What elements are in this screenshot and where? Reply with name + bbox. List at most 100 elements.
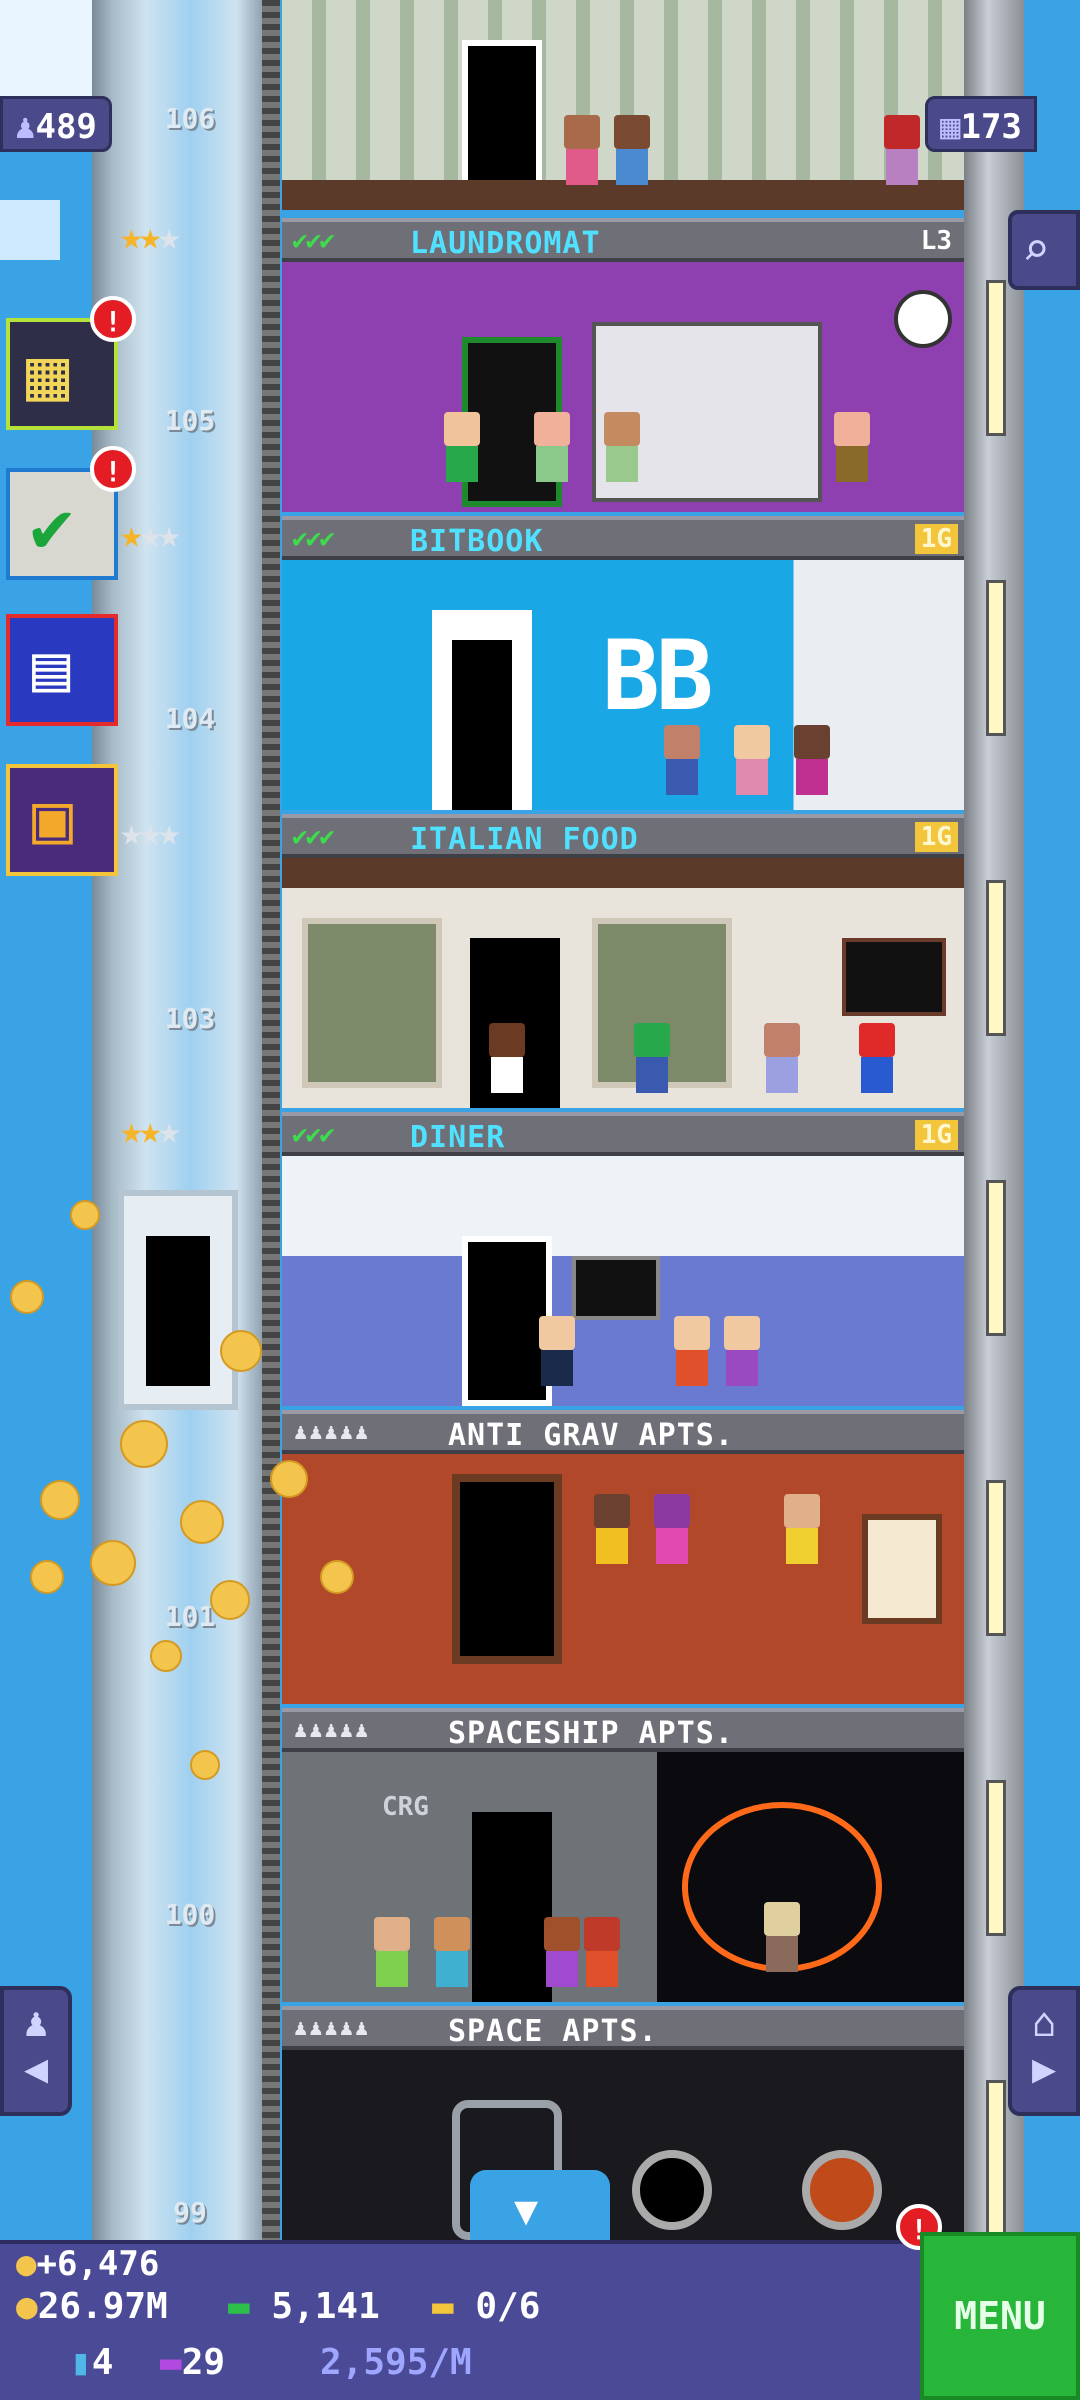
bitbook-room[interactable]: BB (282, 560, 964, 810)
crate-sign: CRG (382, 1792, 429, 1822)
resident[interactable] (762, 1023, 802, 1093)
income-rate: 2,595/M (320, 2342, 472, 2383)
scroll-down-button[interactable]: ▼ (470, 2170, 610, 2240)
floor-number: 105 (164, 404, 216, 437)
resident[interactable] (432, 1917, 472, 1987)
spaceship-apts-room[interactable]: CRG (282, 1752, 964, 2002)
calendar-icon: ▤ (32, 632, 71, 706)
resident[interactable] (582, 1917, 622, 1987)
resident[interactable] (537, 1316, 577, 1386)
bux-icon: ▬ (228, 2286, 250, 2327)
space-apts-room[interactable] (282, 2050, 964, 2240)
arrow-right-icon: ▶ (1031, 2046, 1057, 2092)
home-icon: ⌂ (1031, 2000, 1057, 2046)
coin-particle (190, 1750, 220, 1780)
coin-particle (30, 1560, 64, 1594)
coin-particle (90, 1540, 136, 1586)
ticket-counter[interactable]: ▬29 (160, 2342, 225, 2383)
notification-badge: ! (90, 296, 136, 342)
resident[interactable] (882, 115, 922, 185)
vip-ticket-icon: ▬ (432, 2286, 454, 2327)
gift-icon: ▣ (32, 780, 73, 859)
coin-particle (320, 1560, 354, 1594)
resident[interactable] (857, 1023, 897, 1093)
floor-number: 103 (164, 1002, 216, 1035)
floor-label-italian-food[interactable]: ✔✔✔ ITALIAN FOOD 1G (282, 814, 964, 858)
search-icon: ⌕ (1022, 222, 1050, 276)
resident[interactable] (732, 725, 772, 795)
resident[interactable] (442, 412, 482, 482)
person-icon: ♟ (15, 107, 36, 147)
notification-badge: ! (90, 446, 136, 492)
floor-label-laundromat[interactable]: ✔✔✔ LAUNDROMAT L3 (282, 218, 964, 262)
elevator-icon: ▮ (70, 2342, 92, 2383)
cloud (0, 200, 60, 260)
coin-icon: ● (16, 2286, 38, 2327)
building-icon: ▦ (940, 107, 961, 147)
floor-stars: ★★★ (120, 1108, 181, 1152)
floor-label-diner[interactable]: ✔✔✔ DINER 1G (282, 1112, 964, 1156)
floor-106-room[interactable] (282, 0, 964, 210)
elevator-car[interactable] (118, 1190, 238, 1410)
floor-label-anti-grav-apts[interactable]: ♟♟♟♟♟ ANTI GRAV APTS. (282, 1410, 964, 1454)
coin-gain: ●+6,476 (16, 2244, 160, 2284)
resident[interactable] (652, 1494, 692, 1564)
menu-button[interactable]: MENU (920, 2232, 1080, 2400)
resident[interactable] (592, 1494, 632, 1564)
vip-counter[interactable]: ▬ 0/6 (432, 2286, 540, 2327)
gift-button[interactable]: ▣ (6, 764, 118, 876)
floor-stars: ★★★ (120, 214, 181, 258)
floor-label-bitbook[interactable]: ✔✔✔ BITBOOK 1G (282, 516, 964, 560)
resident[interactable] (782, 1494, 822, 1564)
resident[interactable] (792, 725, 832, 795)
cloud (0, 0, 92, 110)
building-icon: ▦ (26, 332, 70, 416)
resident[interactable] (662, 725, 702, 795)
resident[interactable] (762, 1902, 802, 1972)
resident[interactable] (722, 1316, 762, 1386)
floor-number: 99 (173, 2196, 207, 2229)
bux-counter[interactable]: ▬ 5,141 (228, 2286, 380, 2327)
resident[interactable] (632, 1023, 672, 1093)
elevator-counter[interactable]: ▮4 (70, 2342, 113, 2383)
coin-particle (220, 1330, 262, 1372)
floor-number: 100 (164, 1898, 216, 1931)
checklist-icon: ✔ (30, 484, 74, 568)
calendar-button[interactable]: ▤ (6, 614, 118, 726)
coin-particle (40, 1480, 80, 1520)
home-right-button[interactable]: ⌂ ▶ (1008, 1986, 1080, 2116)
ticket-icon: ▬ (160, 2342, 182, 2383)
diner-room[interactable] (282, 1156, 964, 1406)
coins-counter[interactable]: ●26.97M (16, 2286, 168, 2327)
coin-particle (270, 1460, 308, 1498)
floor-label-spaceship-apts[interactable]: ♟♟♟♟♟ SPACESHIP APTS. (282, 1708, 964, 1752)
italian-food-room[interactable] (282, 858, 964, 1108)
person-icon: ♟ (23, 2000, 49, 2046)
coin-particle (150, 1640, 182, 1672)
resident[interactable] (832, 412, 872, 482)
coin-particle (180, 1500, 224, 1544)
population-counter[interactable]: ♟489 (0, 96, 112, 152)
anti-grav-apts-room[interactable] (282, 1454, 964, 1704)
resident[interactable] (372, 1917, 412, 1987)
bottom-hud: ●+6,476 ●26.97M ▬ 5,141 ▬ 0/6 ▮4 ▬29 2,5… (0, 2240, 920, 2400)
resident[interactable] (602, 412, 642, 482)
coin-particle (120, 1420, 168, 1468)
search-button[interactable]: ⌕ (1008, 210, 1080, 290)
floors-counter[interactable]: ▦173 (925, 96, 1037, 152)
tower-edge (964, 0, 1024, 2240)
resident[interactable] (532, 412, 572, 482)
elevator-rail (262, 0, 280, 2240)
floor-number: 106 (164, 102, 216, 135)
laundromat-room[interactable] (282, 262, 964, 512)
resident[interactable] (542, 1917, 582, 1987)
resident[interactable] (672, 1316, 712, 1386)
visitor-left-button[interactable]: ♟ ◀ (0, 1986, 72, 2116)
floor-label-space-apts[interactable]: ♟♟♟♟♟ SPACE APTS. (282, 2006, 964, 2050)
coin-particle (70, 1200, 100, 1230)
bitbook-logo: BB (602, 620, 714, 732)
resident[interactable] (562, 115, 602, 185)
chef[interactable] (487, 1023, 527, 1093)
coin-particle (10, 1280, 44, 1314)
resident[interactable] (612, 115, 652, 185)
